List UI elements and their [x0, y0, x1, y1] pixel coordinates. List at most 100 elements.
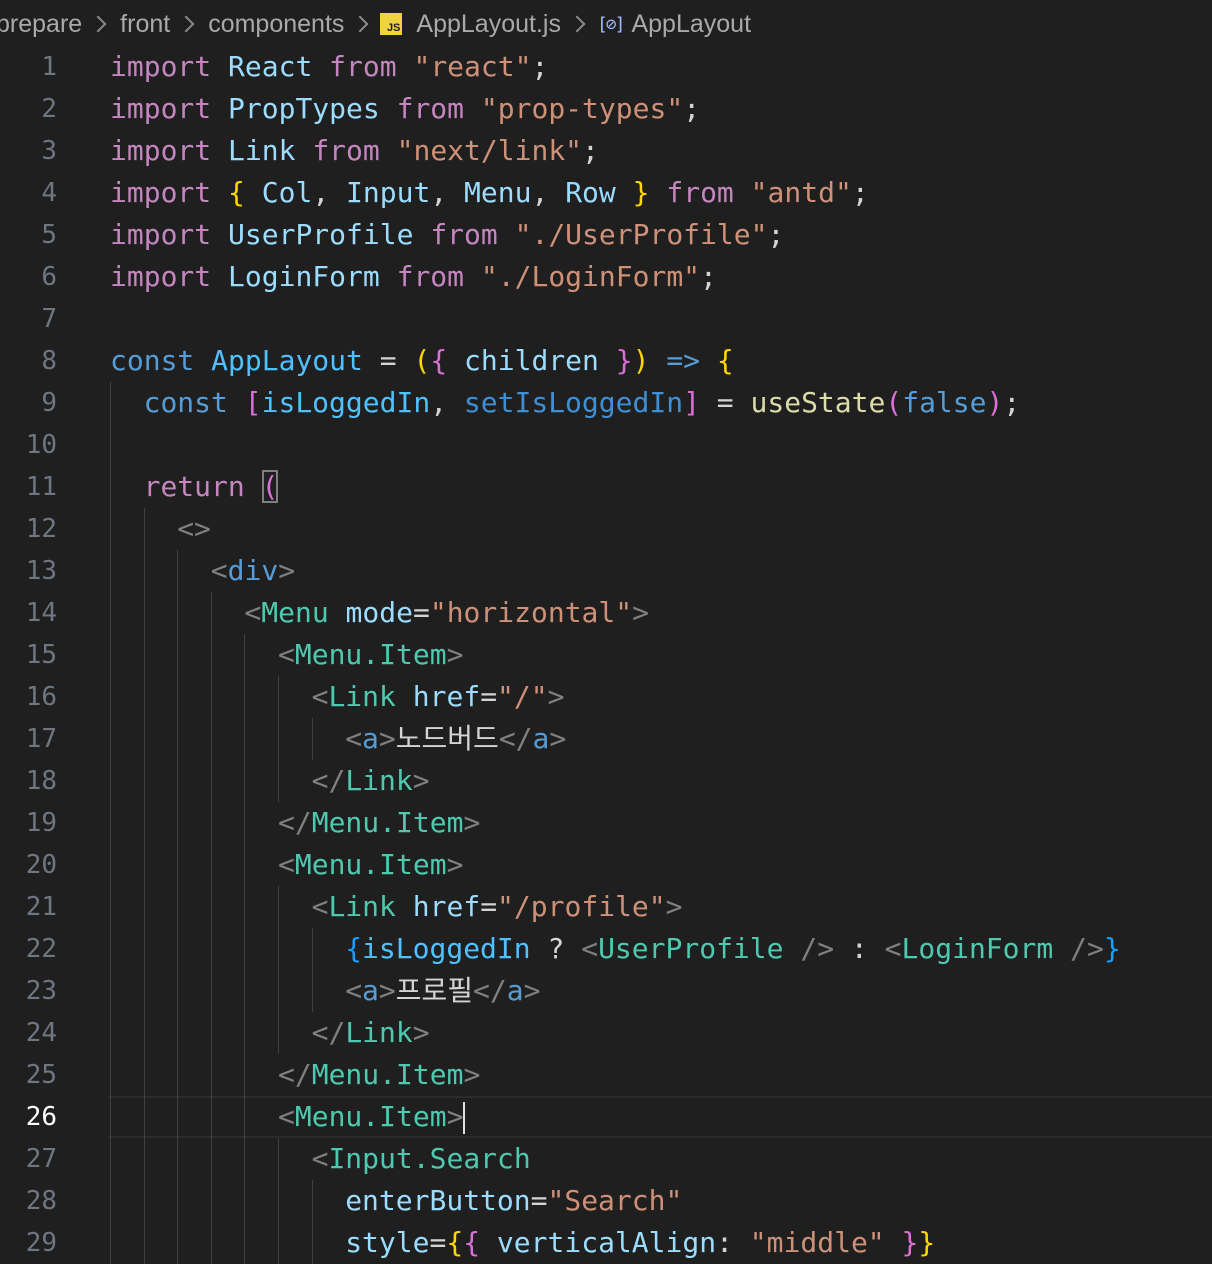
code-line[interactable]: 22 {isLoggedIn ? <UserProfile /> : <Login… [0, 928, 1212, 970]
code-line[interactable]: 26 <Menu.Item> [0, 1096, 1212, 1138]
indent-guide [110, 928, 111, 970]
indent-guide [110, 844, 111, 886]
code-text: import Link from "next/link"; [110, 130, 599, 172]
breadcrumb-item-prepare[interactable]: prepare [0, 10, 84, 39]
code-line[interactable]: 20 <Menu.Item> [0, 844, 1212, 886]
code-text: <Link href="/"> [312, 676, 565, 718]
code-line[interactable]: 14 <Menu mode="horizontal"> [0, 592, 1212, 634]
indent-guide [143, 760, 145, 802]
code-line[interactable]: 27 <Input.Search [0, 1138, 1212, 1180]
code-token: Menu [261, 596, 329, 629]
code-line[interactable]: 21 <Link href="/profile"> [0, 886, 1212, 928]
code-token: ; [1003, 386, 1021, 419]
indent-guide [143, 676, 145, 718]
breadcrumb-item-file[interactable]: AppLayout.js [414, 10, 563, 39]
line-number: 20 [25, 850, 57, 880]
code-line[interactable]: 5 import UserProfile from "./UserProfile"… [0, 214, 1212, 256]
breadcrumb-item-components[interactable]: components [206, 10, 346, 39]
symbol-variable-icon: [⊘] [596, 13, 625, 35]
code-token: mode [345, 596, 413, 629]
indent-guide [177, 970, 179, 1012]
code-line[interactable]: 3 import Link from "next/link"; [0, 130, 1212, 172]
code-token: ] [683, 386, 700, 419]
indent-guide [244, 802, 246, 844]
code-line[interactable]: 17 <a>노드버드</a> [0, 718, 1212, 760]
code-token: } [632, 176, 650, 209]
code-line[interactable]: 29 style={{ verticalAlign: "middle" }} [0, 1222, 1212, 1264]
indent-guide [143, 886, 145, 928]
code-line[interactable]: 7 [0, 298, 1212, 340]
code-token: < [278, 1100, 295, 1133]
code-token: { [345, 932, 363, 965]
code-token: const [110, 344, 195, 377]
line-number: 8 [41, 346, 57, 376]
code-token: import [110, 92, 212, 125]
indent-guide [177, 1054, 179, 1096]
indent-guide [278, 1138, 279, 1180]
code-token: => [666, 344, 701, 377]
code-token: > [446, 848, 464, 881]
code-line[interactable]: 4 import { Col, Input, Menu, Row } from "… [0, 172, 1212, 214]
code-line[interactable]: 25 </Menu.Item> [0, 1054, 1212, 1096]
code-token: < [311, 1142, 329, 1175]
breadcrumb-item-symbol[interactable]: AppLayout [629, 10, 753, 39]
code-text: <Link href="/profile"> [312, 886, 683, 928]
indent-guide [278, 1180, 279, 1222]
code-token: from [396, 260, 465, 293]
line-number: 27 [25, 1144, 57, 1174]
indent-guide [177, 550, 179, 592]
indent-guide [110, 1096, 111, 1138]
indent-guide [177, 1012, 179, 1054]
code-editor[interactable]: 1 import React from "react"; 2 import PropT… [0, 46, 1212, 1264]
indent-guide [210, 760, 212, 802]
indent-guide [210, 1054, 212, 1096]
code-line[interactable]: 15 <Menu.Item> [0, 634, 1212, 676]
indent-guide [110, 886, 111, 928]
code-token: LoginForm [901, 932, 1054, 965]
code-line[interactable]: 19 </Menu.Item> [0, 802, 1212, 844]
code-text: import UserProfile from "./UserProfile"; [110, 214, 784, 256]
code-line[interactable]: 10 [0, 424, 1212, 466]
code-token: /> [783, 932, 835, 965]
indent-guide [244, 928, 246, 970]
code-token: < [278, 848, 295, 881]
breadcrumb-item-front[interactable]: front [118, 10, 172, 39]
code-token: "react" [413, 50, 532, 83]
code-line[interactable]: 18 </Link> [0, 760, 1212, 802]
code-line[interactable]: 9 const [isLoggedIn, setIsLoggedIn] = use… [0, 382, 1212, 424]
code-line[interactable]: 6 import LoginForm from "./LoginForm"; [0, 256, 1212, 298]
indent-guide [244, 970, 246, 1012]
code-token: > [463, 1058, 481, 1091]
code-line[interactable]: 12 <> [0, 508, 1212, 550]
code-line[interactable]: 24 </Link> [0, 1012, 1212, 1054]
code-line[interactable]: 23 <a>프로필</a> [0, 970, 1212, 1012]
code-token: = [480, 890, 498, 923]
code-line[interactable]: 28 enterButton="Search" [0, 1180, 1212, 1222]
code-line[interactable]: 2 import PropTypes from "prop-types"; [0, 88, 1212, 130]
code-token: </ [278, 1058, 312, 1091]
code-text: </Menu.Item> [278, 802, 480, 844]
code-token: > [446, 1100, 464, 1133]
indent-guide [244, 718, 246, 760]
code-line[interactable]: 11 return ( [0, 466, 1212, 508]
indent-guide [110, 466, 111, 508]
code-line[interactable]: 16 <Link href="/"> [0, 676, 1212, 718]
code-line[interactable]: 13 <div> [0, 550, 1212, 592]
code-token: return [143, 470, 245, 503]
line-number: 9 [41, 388, 57, 418]
code-token: import [110, 218, 212, 251]
indent-guide [110, 592, 111, 634]
code-token: </ [278, 806, 312, 839]
code-line[interactable]: 8 const AppLayout = ({ children }) => { [0, 340, 1212, 382]
code-line[interactable]: 1 import React from "react"; [0, 46, 1212, 88]
code-token: > [412, 764, 430, 797]
code-token: , [430, 176, 465, 209]
code-token: </ [473, 974, 507, 1007]
code-token: ( [261, 470, 279, 503]
code-token: < [244, 596, 262, 629]
